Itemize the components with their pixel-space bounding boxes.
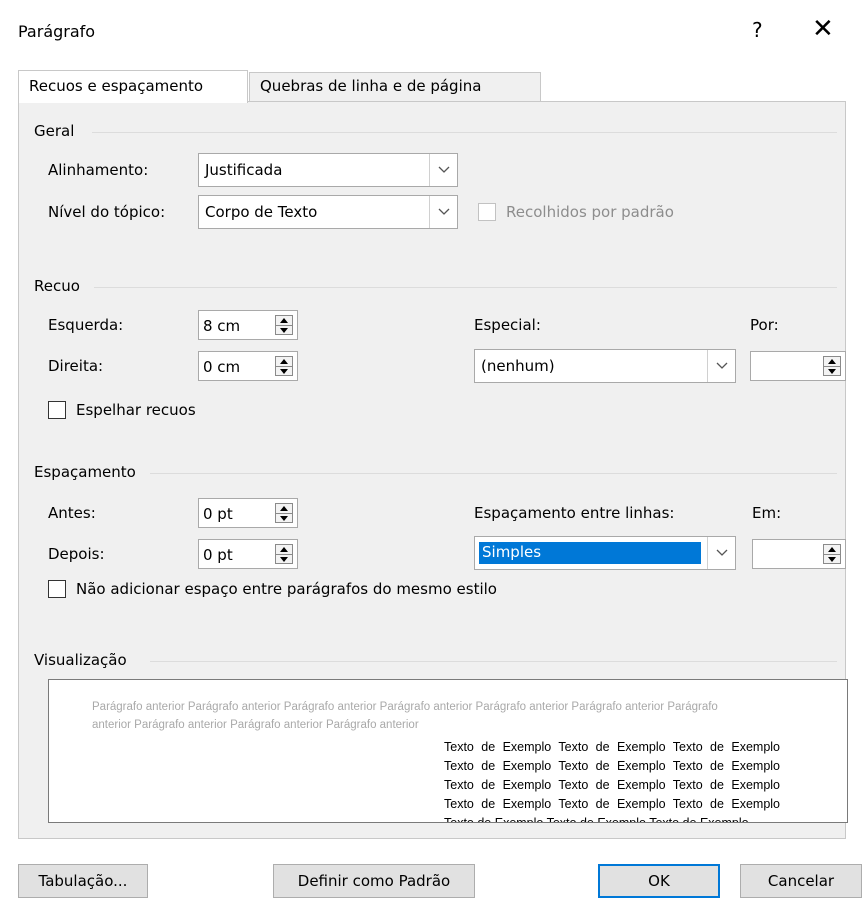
line-spacing-select[interactable]: Simples bbox=[474, 536, 736, 570]
collapsed-default-checkbox[interactable] bbox=[478, 203, 496, 221]
chevron-down-icon[interactable] bbox=[429, 196, 457, 228]
spacing-before-value: 0 pt bbox=[203, 505, 233, 523]
line-spacing-label: Espaçamento entre linhas: bbox=[474, 504, 675, 522]
section-spacing-title: Espaçamento bbox=[34, 463, 136, 481]
tab-indents-spacing[interactable]: Recuos e espaçamento bbox=[18, 70, 248, 103]
outline-level-label: Nível do tópico: bbox=[48, 203, 166, 221]
tabs-button[interactable]: Tabulação... bbox=[18, 864, 148, 898]
chevron-down-icon[interactable] bbox=[707, 350, 735, 382]
paragraph-preview: Parágrafo anterior Parágrafo anterior Pa… bbox=[48, 679, 848, 823]
preview-previous-paragraph: Parágrafo anterior Parágrafo anterior Pa… bbox=[92, 701, 718, 731]
alignment-label: Alinhamento: bbox=[48, 161, 149, 179]
dialog-title: Parágrafo bbox=[18, 22, 96, 41]
left-indent-spinner[interactable]: 8 cm bbox=[198, 310, 298, 340]
set-default-button[interactable]: Definir como Padrão bbox=[273, 864, 475, 898]
alignment-value: Justificada bbox=[205, 161, 283, 179]
section-divider bbox=[150, 661, 837, 662]
chevron-down-icon[interactable] bbox=[707, 537, 735, 569]
section-divider bbox=[94, 287, 837, 288]
spacing-after-spinner[interactable]: 0 pt bbox=[198, 539, 298, 569]
outline-level-select[interactable]: Corpo de Texto bbox=[198, 195, 458, 229]
cancel-button[interactable]: Cancelar bbox=[740, 864, 862, 898]
indent-by-spinner[interactable] bbox=[750, 351, 846, 381]
no-space-same-style-label: Não adicionar espaço entre parágrafos do… bbox=[76, 580, 497, 598]
alignment-select[interactable]: Justificada bbox=[198, 153, 458, 187]
tab-strip: Recuos e espaçamento Quebras de linha e … bbox=[18, 70, 846, 103]
left-indent-label: Esquerda: bbox=[48, 316, 124, 334]
mirror-indents-label: Espelhar recuos bbox=[76, 401, 196, 419]
section-divider bbox=[92, 132, 837, 133]
spin-arrows-icon[interactable] bbox=[823, 356, 841, 376]
mirror-indents-checkbox[interactable] bbox=[48, 401, 66, 419]
help-button[interactable]: ? bbox=[752, 18, 763, 42]
spin-arrows-icon[interactable] bbox=[275, 315, 293, 335]
line-spacing-at-label: Em: bbox=[752, 504, 782, 522]
special-indent-value: (nenhum) bbox=[481, 357, 555, 375]
collapsed-default-label: Recolhidos por padrão bbox=[506, 203, 674, 221]
special-indent-select[interactable]: (nenhum) bbox=[474, 349, 736, 383]
line-spacing-at-spinner[interactable] bbox=[752, 539, 846, 569]
ok-button[interactable]: OK bbox=[598, 864, 720, 898]
section-divider bbox=[150, 473, 837, 474]
section-preview-title: Visualização bbox=[34, 651, 127, 669]
line-spacing-value: Simples bbox=[479, 542, 701, 564]
spacing-after-label: Depois: bbox=[48, 545, 105, 563]
spin-arrows-icon[interactable] bbox=[823, 544, 841, 564]
spin-arrows-icon[interactable] bbox=[275, 544, 293, 564]
spacing-before-spinner[interactable]: 0 pt bbox=[198, 498, 298, 528]
preview-sample-text: Texto de Exemplo Texto de Exemplo Texto … bbox=[444, 740, 780, 823]
no-space-same-style-checkbox[interactable] bbox=[48, 580, 66, 598]
close-button[interactable]: ✕ bbox=[812, 14, 834, 44]
tab-line-page-breaks[interactable]: Quebras de linha e de página bbox=[249, 72, 541, 102]
right-indent-label: Direita: bbox=[48, 357, 104, 375]
right-indent-spinner[interactable]: 0 cm bbox=[198, 351, 298, 381]
chevron-down-icon[interactable] bbox=[429, 154, 457, 186]
section-indent-title: Recuo bbox=[34, 277, 80, 295]
right-indent-value: 0 cm bbox=[203, 358, 241, 376]
spacing-before-label: Antes: bbox=[48, 504, 96, 522]
spin-arrows-icon[interactable] bbox=[275, 503, 293, 523]
spin-arrows-icon[interactable] bbox=[275, 356, 293, 376]
section-general-title: Geral bbox=[34, 122, 75, 140]
special-indent-label: Especial: bbox=[474, 316, 541, 334]
spacing-after-value: 0 pt bbox=[203, 546, 233, 564]
left-indent-value: 8 cm bbox=[203, 317, 241, 335]
indent-by-label: Por: bbox=[750, 316, 779, 334]
outline-level-value: Corpo de Texto bbox=[205, 203, 318, 221]
